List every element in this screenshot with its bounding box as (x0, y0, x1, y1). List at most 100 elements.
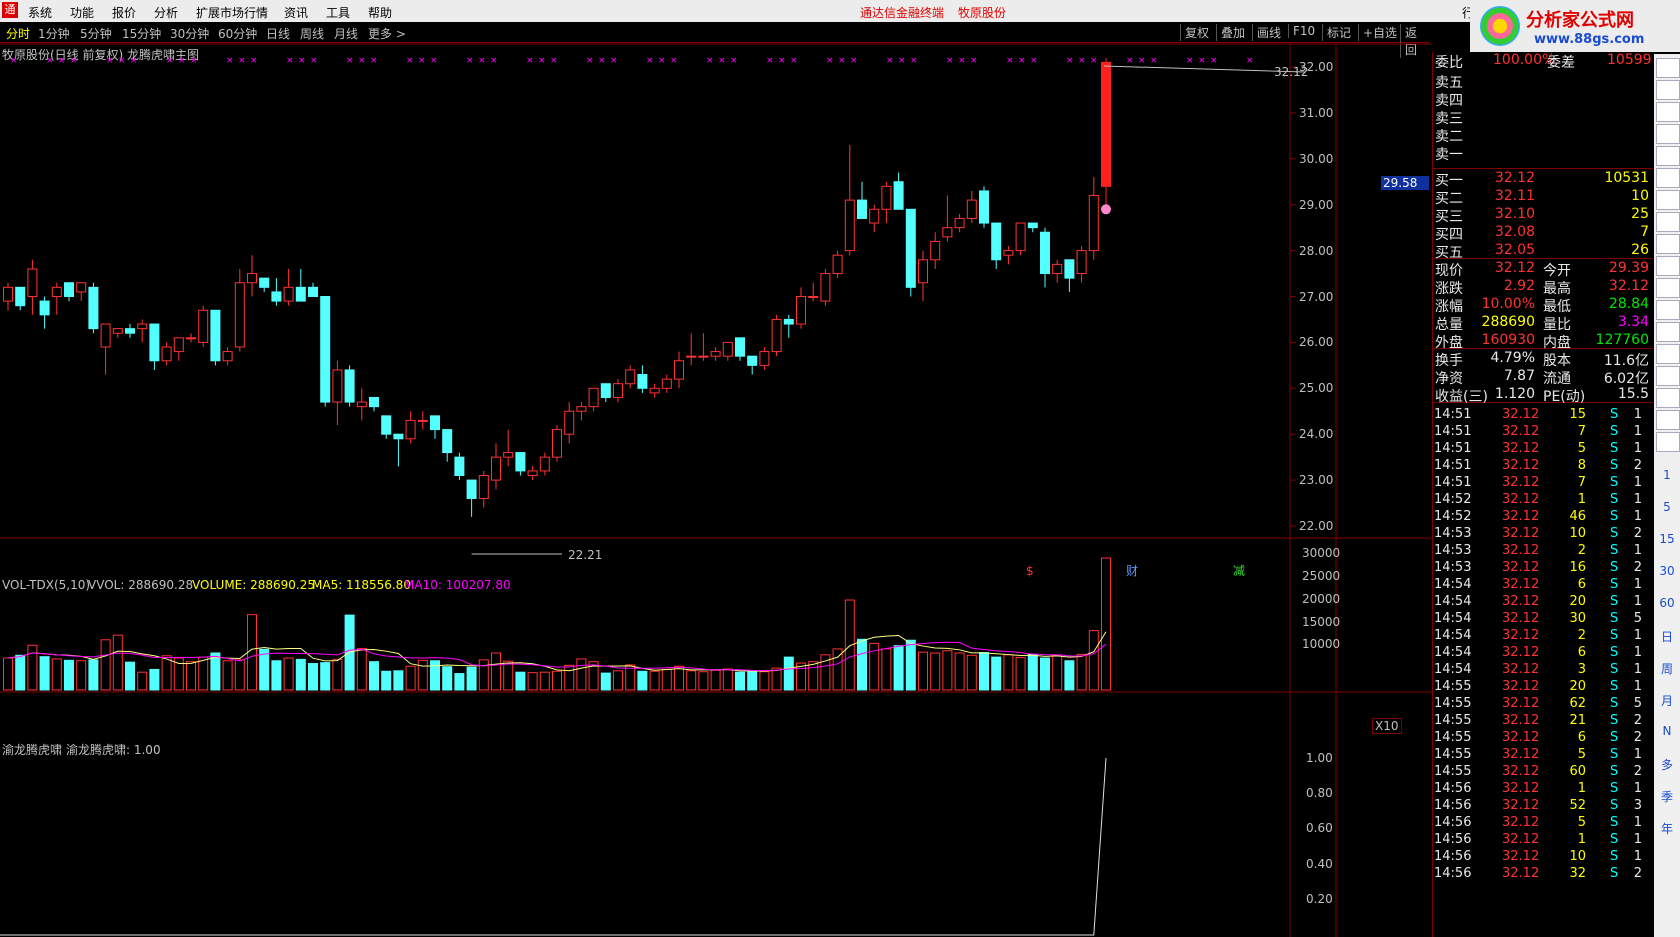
side-tool-icon[interactable] (1656, 432, 1680, 452)
side-period-button[interactable]: 周 (1656, 660, 1678, 678)
candle-body (918, 259, 928, 284)
side-period-button[interactable]: 30 (1656, 564, 1678, 582)
side-period-button[interactable]: 日 (1656, 628, 1678, 646)
tick-row[interactable]: 14:56 32.12 5 S 1 (1432, 815, 1652, 832)
tick-row[interactable]: 14:54 32.12 30 S 5 (1432, 611, 1652, 628)
tick-row[interactable]: 14:56 32.12 1 S 1 (1432, 781, 1652, 798)
sub-indicator-value: 渝龙腾虎啸: 1.00 (66, 743, 161, 757)
side-tool-icon[interactable] (1656, 234, 1680, 254)
side-tool-icon[interactable] (1656, 124, 1680, 144)
tick-time: 14:56 (1434, 832, 1472, 847)
tick-time: 14:56 (1434, 781, 1472, 796)
tick-row[interactable]: 14:54 32.12 6 S 1 (1432, 577, 1652, 594)
side-tool-icon[interactable] (1656, 168, 1680, 188)
side-period-button[interactable]: N (1656, 724, 1678, 742)
tick-count: 2 (1633, 866, 1642, 881)
quote-row: 买四 32.08 7 (1433, 224, 1653, 243)
tick-row[interactable]: 14:56 32.12 10 S 1 (1432, 849, 1652, 866)
tick-row[interactable]: 14:55 32.12 62 S 5 (1432, 696, 1652, 713)
tick-row[interactable]: 14:55 32.12 21 S 2 (1432, 713, 1652, 730)
tick-side: S (1610, 849, 1619, 864)
buy-volume: 25 (1631, 206, 1649, 222)
tick-row[interactable]: 14:54 32.12 6 S 1 (1432, 645, 1652, 662)
event-dividend[interactable]: $ (1026, 564, 1034, 578)
tick-row[interactable]: 14:51 32.12 15 S 1 (1432, 407, 1652, 424)
tick-side: S (1610, 458, 1619, 473)
side-tool-icon[interactable] (1656, 366, 1680, 386)
side-tool-icon[interactable] (1656, 58, 1680, 78)
signal-marker: × (550, 56, 558, 66)
tick-side: S (1610, 543, 1619, 558)
volume-bar (454, 673, 465, 691)
tick-price: 32.12 (1502, 645, 1540, 660)
side-tool-icon[interactable] (1656, 410, 1680, 430)
side-tool-icon[interactable] (1656, 256, 1680, 276)
side-period-button[interactable]: 季 (1656, 788, 1678, 806)
sub-tick-label: 0.40 (1306, 856, 1333, 871)
tick-row[interactable]: 14:53 32.12 2 S 1 (1432, 543, 1652, 560)
tick-row[interactable]: 14:55 32.12 5 S 1 (1432, 747, 1652, 764)
signal-marker: × (10, 56, 18, 66)
tick-price: 32.12 (1502, 679, 1540, 694)
side-period-button[interactable]: 5 (1656, 500, 1678, 518)
tick-count: 2 (1633, 458, 1642, 473)
side-tool-icon[interactable] (1656, 146, 1680, 166)
volume-bar (1015, 657, 1026, 691)
tick-row[interactable]: 14:55 32.12 60 S 2 (1432, 764, 1652, 781)
event-reduce[interactable]: 减 (1233, 562, 1245, 579)
volume-bar (1064, 660, 1075, 691)
price-tick-label: 23.00 (1299, 473, 1334, 488)
tick-row[interactable]: 14:51 32.12 7 S 1 (1432, 475, 1652, 492)
signal-marker: × (46, 56, 54, 66)
side-period-button[interactable]: 多 (1656, 756, 1678, 774)
tick-row[interactable]: 14:51 32.12 7 S 1 (1432, 424, 1652, 441)
tick-row[interactable]: 14:51 32.12 8 S 2 (1432, 458, 1652, 475)
side-period-button[interactable]: 1 (1656, 468, 1678, 486)
side-period-button[interactable]: 60 (1656, 596, 1678, 614)
vol-indicator-name[interactable]: VOL-TDX(5,10) (2, 578, 90, 592)
volume-bar (722, 668, 733, 691)
kline-chart[interactable]: × × × × × × × × × × × × × × × × × × × × × × × × × × × × × × × × × × × × × × × ×… (0, 0, 1432, 937)
side-tool-icon[interactable] (1656, 388, 1680, 408)
tick-row[interactable]: 14:52 32.12 1 S 1 (1432, 492, 1652, 509)
tick-row[interactable]: 14:54 32.12 3 S 1 (1432, 662, 1652, 679)
tick-row[interactable]: 14:56 32.12 1 S 1 (1432, 832, 1652, 849)
buy-level-label: 买一 (1435, 173, 1463, 189)
side-tool-icon[interactable] (1656, 80, 1680, 100)
tick-volume: 7 (1577, 424, 1586, 439)
side-period-button[interactable]: 月 (1656, 692, 1678, 710)
signal-marker: × (1030, 56, 1038, 66)
side-tool-icon[interactable] (1656, 300, 1680, 320)
side-tool-icon[interactable] (1656, 322, 1680, 342)
side-period-button[interactable]: 年 (1656, 820, 1678, 838)
tick-time: 14:55 (1434, 679, 1472, 694)
tick-row[interactable]: 14:55 32.12 6 S 2 (1432, 730, 1652, 747)
side-tool-icon[interactable] (1656, 190, 1680, 210)
tick-row[interactable]: 14:54 32.12 20 S 1 (1432, 594, 1652, 611)
side-period-button[interactable]: 15 (1656, 532, 1678, 550)
tick-row[interactable]: 14:53 32.12 16 S 2 (1432, 560, 1652, 577)
tick-volume: 6 (1577, 577, 1586, 592)
quote-row: 卖五 (1433, 72, 1653, 91)
tick-row[interactable]: 14:51 32.12 5 S 1 (1432, 441, 1652, 458)
stat-label: 净资 (1435, 371, 1463, 387)
candle-body (88, 286, 99, 330)
sell-level-label: 卖三 (1435, 111, 1463, 127)
tick-row[interactable]: 14:52 32.12 46 S 1 (1432, 509, 1652, 526)
price-tick-label: 26.00 (1299, 335, 1334, 350)
tick-count: 5 (1633, 611, 1642, 626)
side-tool-icon[interactable] (1656, 212, 1680, 232)
tick-row[interactable]: 14:56 32.12 32 S 2 (1432, 866, 1652, 883)
signal-marker: × (466, 56, 474, 66)
event-finance[interactable]: 财 (1126, 562, 1138, 579)
tick-side: S (1610, 798, 1619, 813)
side-tool-icon[interactable] (1656, 344, 1680, 364)
tick-row[interactable]: 14:53 32.12 10 S 2 (1432, 526, 1652, 543)
tick-row[interactable]: 14:56 32.12 52 S 3 (1432, 798, 1652, 815)
sub-indicator-name[interactable]: 渝龙腾虎啸 (2, 741, 62, 758)
side-tool-icon[interactable] (1656, 102, 1680, 122)
tick-row[interactable]: 14:55 32.12 20 S 1 (1432, 679, 1652, 696)
tick-row[interactable]: 14:54 32.12 2 S 1 (1432, 628, 1652, 645)
side-tool-icon[interactable] (1656, 278, 1680, 298)
tick-count: 1 (1633, 815, 1642, 830)
